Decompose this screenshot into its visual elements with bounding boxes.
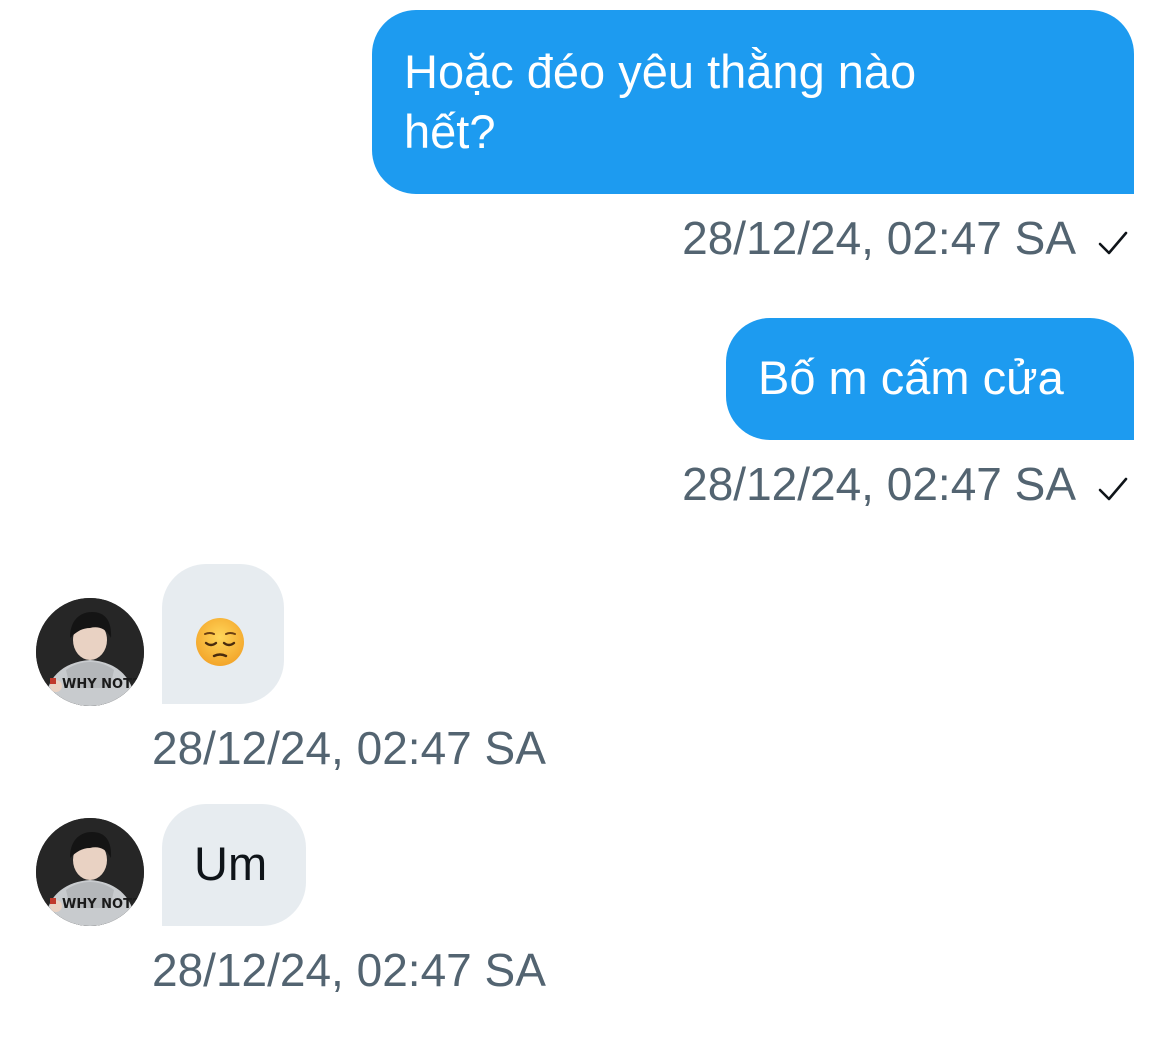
avatar[interactable]: WHY NOT?! bbox=[36, 818, 144, 926]
message-timestamp: 28/12/24, 02:47 SA bbox=[152, 944, 546, 996]
svg-text:WHY NOT?!: WHY NOT?! bbox=[62, 897, 144, 912]
outgoing-message-bubble[interactable]: Bố m cấm cửa bbox=[726, 318, 1134, 440]
message-text-line: hết? bbox=[404, 105, 496, 158]
avatar-image: WHY NOT?! bbox=[36, 818, 144, 926]
svg-text:WHY NOT?!: WHY NOT?! bbox=[62, 677, 144, 692]
check-icon bbox=[1098, 231, 1128, 255]
message-timestamp: 28/12/24, 02:47 SA bbox=[152, 722, 546, 774]
incoming-message-bubble[interactable]: Um bbox=[162, 804, 306, 926]
pensive-face-emoji bbox=[196, 618, 244, 666]
message-timestamp: 28/12/24, 02:47 SA bbox=[682, 458, 1076, 510]
message-timestamp: 28/12/24, 02:47 SA bbox=[682, 212, 1076, 264]
message-text: Um bbox=[194, 837, 268, 890]
outgoing-message-bubble[interactable]: Hoặc đéo yêu thằng nào hết? bbox=[372, 10, 1134, 194]
incoming-message-bubble[interactable]: 😔 bbox=[162, 564, 284, 704]
check-icon bbox=[1098, 477, 1128, 501]
message-text: Bố m cấm cửa bbox=[758, 351, 1064, 404]
dm-conversation: Hoặc đéo yêu thằng nào hết? 28/12/24, 02… bbox=[0, 0, 1170, 1041]
message-text-line: Hoặc đéo yêu thằng nào bbox=[404, 45, 917, 98]
avatar-image: WHY NOT?! bbox=[36, 598, 144, 706]
avatar[interactable]: WHY NOT?! bbox=[36, 598, 144, 706]
